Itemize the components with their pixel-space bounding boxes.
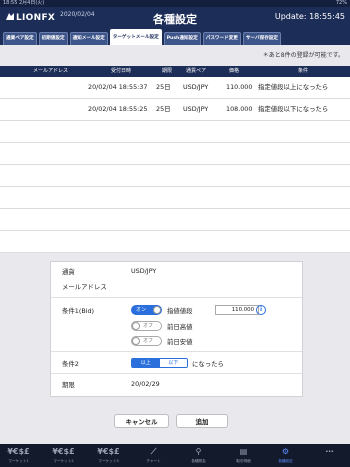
currency-icon: ¥€$£ <box>7 447 30 456</box>
divider <box>51 373 302 374</box>
nav-market3[interactable]: ¥€$£ マーケット3 <box>91 444 126 467</box>
currency-icon: ¥€$£ <box>52 447 75 456</box>
nav-inquiry[interactable]: ⚲ 各種照会 <box>181 444 216 467</box>
settings-tab-bar: 通貨ペア設定 初期値設定 通知メール設定 ターゲットメール設定 Push通知設定… <box>0 28 350 45</box>
empty-row <box>0 165 350 187</box>
list-icon: ▤ <box>239 447 248 456</box>
app-header: LIONFX 2020/02/04 各種設定 Update: 18:55:45 <box>0 7 350 28</box>
nav-label: マーケット2 <box>53 459 74 463</box>
tab-default-settings[interactable]: 初期値設定 <box>38 32 68 45</box>
gear-icon: ⚙ <box>281 447 290 456</box>
cell-received: 20/02/04 18:55:37 <box>88 83 148 91</box>
col-received: 受付日時 <box>111 68 132 74</box>
prev-low-toggle[interactable]: オフ <box>131 336 162 346</box>
tab-server-save-settings[interactable]: サーバ保存設定 <box>242 32 282 45</box>
update-time: Update: 18:55:45 <box>274 12 345 21</box>
toggle-knob <box>153 306 161 314</box>
tab-target-mail-settings[interactable]: ターゲットメール設定 <box>109 29 162 45</box>
tab-password-change[interactable]: パスワード変更 <box>202 32 241 45</box>
tab-currency-pair-settings[interactable]: 通貨ペア設定 <box>3 32 37 45</box>
price-input[interactable] <box>215 305 259 315</box>
cell-expiry: 25日 <box>156 83 171 91</box>
prev-high-toggle[interactable]: オフ <box>131 321 162 331</box>
search-icon: ⚲ <box>195 447 202 456</box>
expiry-value[interactable]: 20/02/29 <box>131 380 160 388</box>
empty-row <box>0 209 350 231</box>
cell-pair: USD/JPY <box>183 105 209 113</box>
nav-market2[interactable]: ¥€$£ マーケット2 <box>46 444 81 467</box>
cell-price: 108.000 <box>226 105 253 113</box>
condition1-label: 条件1(Bid) <box>62 307 95 315</box>
col-price: 価格 <box>229 68 240 74</box>
empty-row <box>0 187 350 209</box>
tab-push-settings[interactable]: Push通知設定 <box>163 32 201 45</box>
chart-icon: ⟋ <box>150 447 157 456</box>
status-bar: 18:55 2月4日(火) 72% <box>0 0 350 7</box>
cell-pair: USD/JPY <box>183 83 209 91</box>
target-mail-list: 20/02/04 18:55:37 25日 USD/JPY 110.000 指定… <box>0 77 350 253</box>
nav-label: チャート <box>146 459 161 463</box>
price-option-label: 指値値段 <box>167 307 193 315</box>
nav-label: マーケット1 <box>8 459 29 463</box>
cell-condition: 指定値段以下になったら <box>258 105 329 113</box>
info-icon[interactable]: i <box>256 305 266 315</box>
toggle-knob <box>132 337 140 345</box>
nav-chart[interactable]: ⟋ チャート <box>136 444 171 467</box>
col-condition: 条件 <box>298 68 309 74</box>
toggle-off-text: オフ <box>143 323 154 329</box>
condition2-suffix: になったら <box>192 360 224 368</box>
divider <box>51 297 302 298</box>
prev-low-label: 前日安値 <box>167 338 193 346</box>
toggle-off-text: オフ <box>143 338 154 344</box>
nav-transactions[interactable]: ▤ 取引明細 <box>226 444 261 467</box>
above-below-segmented-control[interactable]: 以上 以下 <box>131 358 188 368</box>
table-row[interactable]: 20/02/04 18:55:37 25日 USD/JPY 110.000 指定… <box>0 77 350 99</box>
col-email: メールアドレス <box>33 68 69 74</box>
bottom-nav: ¥€$£ マーケット1 ¥€$£ マーケット2 ¥€$£ マーケット3 ⟋ チャ… <box>0 444 350 467</box>
nav-more[interactable]: ⋯ <box>312 444 347 467</box>
expiry-label: 期限 <box>62 381 75 389</box>
divider <box>51 351 302 352</box>
nav-label: 取引明細 <box>236 459 251 463</box>
toggle-knob <box>132 322 140 330</box>
nav-label: 各種照会 <box>191 459 206 463</box>
table-header: メールアドレス 受付日時 期限 通貨ペア 価格 条件 <box>0 66 350 77</box>
toggle-on-text: オン <box>136 307 147 313</box>
condition2-label: 条件2 <box>62 360 79 368</box>
currency-icon: ¥€$£ <box>97 447 120 456</box>
currency-value[interactable]: USD/JPY <box>131 267 156 275</box>
currency-label: 通貨 <box>62 268 75 276</box>
cancel-button[interactable]: キャンセル <box>114 414 169 428</box>
nav-label: 各種設定 <box>278 459 293 463</box>
cell-received: 20/02/04 18:55:25 <box>88 105 148 113</box>
remaining-notice: ＊あと8件の登録が可能です。 <box>262 52 344 59</box>
cell-condition: 指定値段以上になったら <box>258 83 329 91</box>
nav-settings[interactable]: ⚙ 各種設定 <box>268 444 303 467</box>
nav-label: マーケット3 <box>98 459 119 463</box>
tab-notification-mail-settings[interactable]: 通知メール設定 <box>69 32 108 45</box>
price-condition-toggle[interactable]: オン <box>131 305 162 315</box>
empty-row <box>0 121 350 143</box>
empty-row <box>0 231 350 253</box>
col-pair: 通貨ペア <box>186 68 207 74</box>
nav-market1[interactable]: ¥€$£ マーケット1 <box>1 444 36 467</box>
segment-above[interactable]: 以上 <box>132 359 160 367</box>
segment-below[interactable]: 以下 <box>159 359 187 367</box>
status-time: 18:55 2月4日(火) <box>3 0 45 6</box>
empty-row <box>0 143 350 165</box>
battery-level: 72% <box>335 0 347 6</box>
target-mail-form: 通貨 USD/JPY メールアドレス 条件1(Bid) オン 指値値段 i オフ… <box>50 261 303 397</box>
col-expiry: 期限 <box>162 68 173 74</box>
table-row[interactable]: 20/02/04 18:55:25 25日 USD/JPY 108.000 指定… <box>0 99 350 121</box>
prev-high-label: 前日高値 <box>167 323 193 331</box>
cell-price: 110.000 <box>226 83 253 91</box>
more-icon: ⋯ <box>325 447 334 456</box>
email-label: メールアドレス <box>62 283 107 291</box>
cell-expiry: 25日 <box>156 105 171 113</box>
add-button[interactable]: 追加 <box>176 414 228 428</box>
